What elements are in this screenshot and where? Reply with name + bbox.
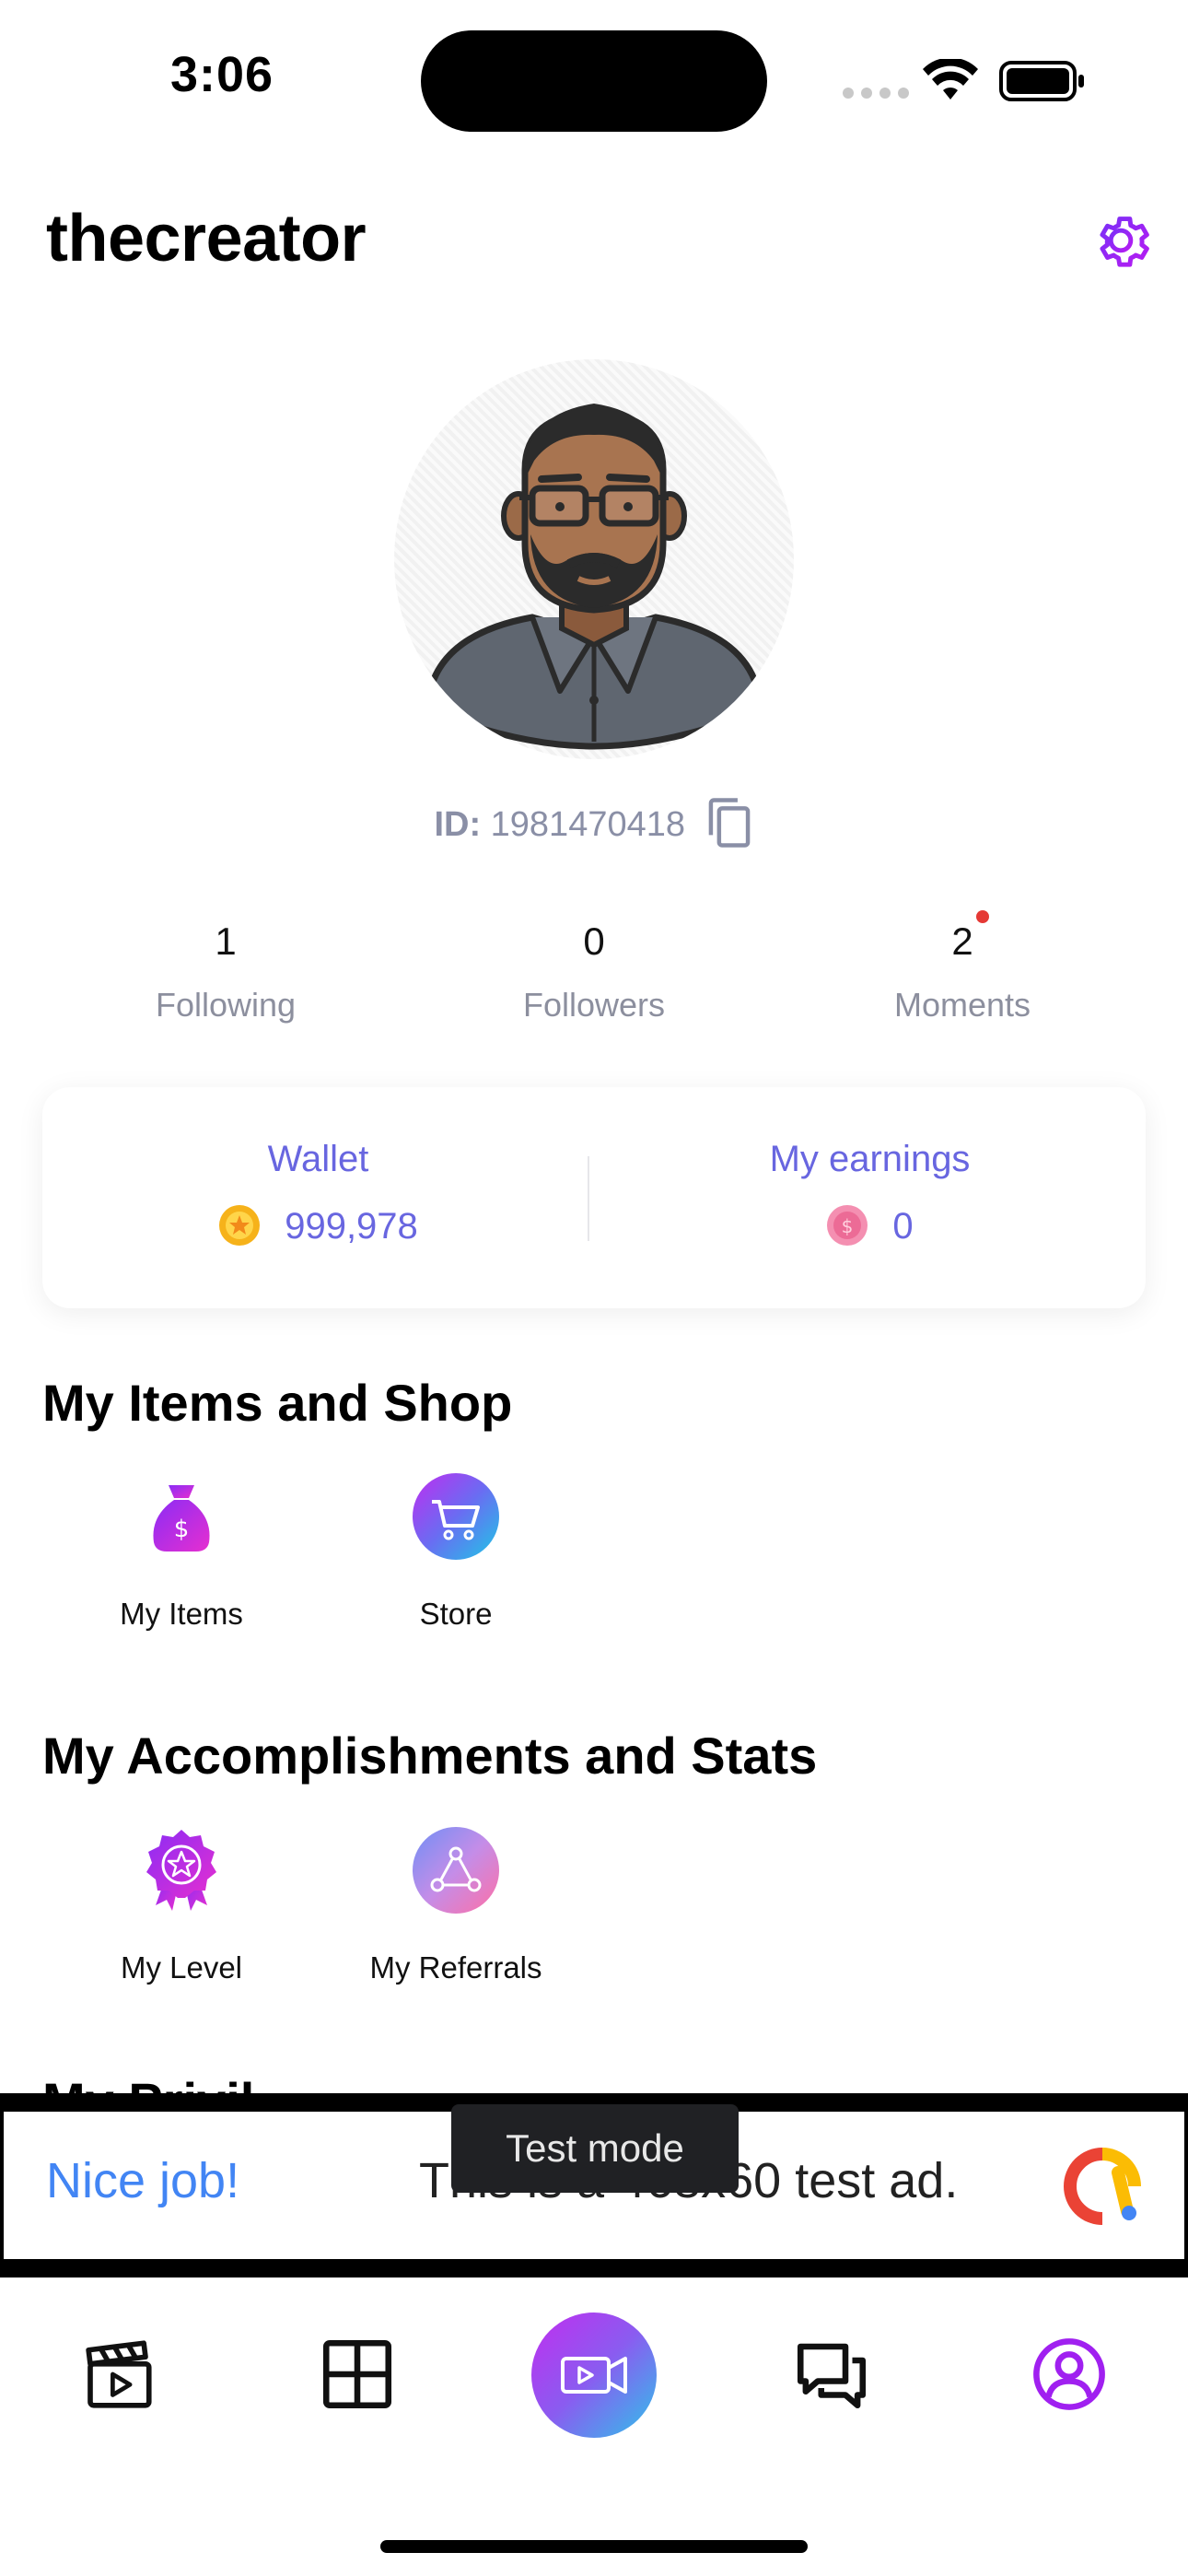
grid-icon[interactable] [316,2333,399,2416]
tile-store[interactable]: Store [318,1472,594,1632]
stat-moments[interactable]: 2 Moments [778,919,1147,1025]
stat-followers-count: 0 [583,919,605,963]
avatar[interactable] [394,359,794,759]
wallet-balance: 999,978 [285,1206,418,1247]
shopping-cart-icon [413,1473,499,1560]
copy-icon[interactable] [705,796,754,849]
earnings-section[interactable]: My earnings $ 0 [594,1087,1146,1308]
stat-moments-label: Moments [893,986,1031,1024]
earnings-balance: 0 [892,1206,914,1247]
avatar-illustration [424,404,764,750]
notification-dot [976,910,989,923]
section-title-items-shop: My Items and Shop [42,1374,513,1432]
stat-following[interactable]: 1 Following [41,919,410,1025]
record-video-icon [561,2357,627,2394]
cellular-signal-icon [843,87,916,103]
tile-my-referrals-label: My Referrals [369,1950,542,1985]
pink-coin-icon: $ [827,1205,868,1247]
status-time: 3:06 [170,47,274,102]
tile-my-referrals[interactable]: My Referrals [318,1826,594,1985]
earnings-title: My earnings [769,1139,971,1179]
test-mode-tooltip: Test mode [451,2104,739,2193]
stat-following-count: 1 [215,919,237,963]
stat-followers[interactable]: 0 Followers [410,919,778,1025]
stat-moments-count: 2 [951,919,973,963]
money-bag-icon: $ [153,1485,210,1551]
tile-my-level[interactable]: My Level [43,1826,320,1985]
tile-store-label: Store [419,1597,493,1631]
gold-coin-icon [219,1205,261,1247]
home-indicator[interactable] [380,2540,808,2553]
user-id-label: ID: [434,805,482,845]
section-title-accomplishments: My Accomplishments and Stats [42,1727,818,1785]
ad-headline: Nice job! [46,2153,240,2208]
referrals-network-icon [413,1827,499,1914]
svg-text:$: $ [842,1215,854,1237]
level-badge-icon [146,1830,216,1911]
svg-text:$: $ [174,1516,190,1543]
user-id-row: ID: 1981470418 [0,798,1188,853]
record-video-button[interactable] [531,2313,657,2438]
chat-icon[interactable] [790,2333,873,2416]
section-title-partial: My Privil [42,2077,319,2093]
wallet-card: Wallet 999,978 My earnings $ 0 [42,1087,1146,1308]
profile-icon[interactable] [1028,2333,1111,2416]
tile-my-level-label: My Level [120,1950,243,1985]
stat-following-label: Following [155,986,297,1024]
page-title-username: thecreator [46,202,367,275]
battery-icon [999,61,1084,101]
ads-logo-icon [1064,2148,1141,2225]
gear-icon[interactable] [1087,206,1155,275]
clapperboard-icon[interactable] [76,2333,159,2416]
tile-my-items[interactable]: $ My Items [43,1472,320,1632]
wallet-section[interactable]: Wallet 999,978 [42,1087,594,1308]
wifi-icon [923,59,978,100]
tile-my-items-label: My Items [120,1597,243,1631]
stat-followers-label: Followers [522,986,666,1024]
card-divider [588,1156,589,1241]
user-id-value: 1981470418 [490,805,685,845]
dynamic-island [421,30,767,132]
wallet-title: Wallet [267,1139,369,1179]
